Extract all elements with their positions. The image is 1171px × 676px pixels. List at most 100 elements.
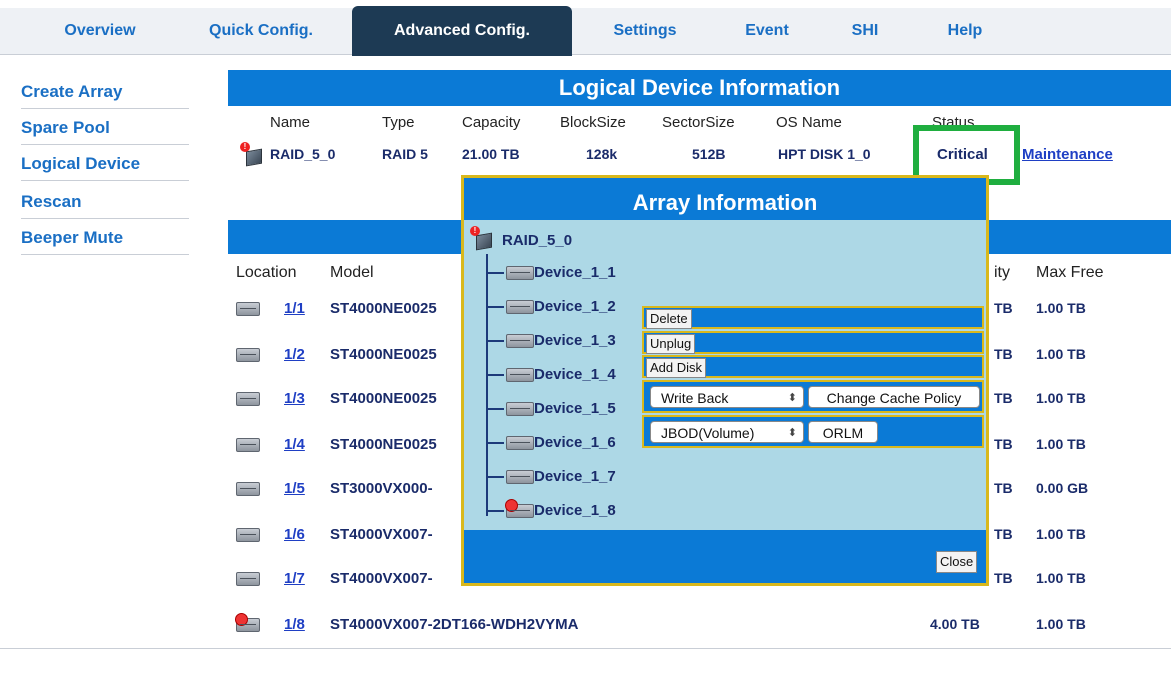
tab-shi[interactable]: SHI xyxy=(830,8,900,54)
disk-icon xyxy=(506,266,534,280)
disk-location-link[interactable]: 1/8 xyxy=(284,616,305,633)
disk-max-free: 1.00 TB xyxy=(1036,300,1086,316)
cache-policy-value: Write Back xyxy=(661,390,729,406)
col-maxfree: Max Free xyxy=(1036,264,1104,281)
tree-branch xyxy=(488,408,504,410)
logical-capacity: 21.00 TB xyxy=(462,146,520,162)
array-information-dialog: Array Information ! RAID_5_0 Device_1_1 D… xyxy=(461,175,989,586)
disk-max-free: 1.00 TB xyxy=(1036,526,1086,542)
disk-max-free: 0.00 GB xyxy=(1036,480,1089,496)
disk-location-link[interactable]: 1/4 xyxy=(284,436,305,453)
orlm-button[interactable]: ORLM xyxy=(808,421,878,443)
disk-icon xyxy=(236,302,260,316)
disk-max-free: 1.00 TB xyxy=(1036,390,1086,406)
logical-osname: HPT DISK 1_0 xyxy=(778,146,871,162)
tree-device-item[interactable]: Device_1_4 xyxy=(534,366,616,383)
logical-blocksize: 128k xyxy=(586,146,618,162)
disk-model: ST4000VX007-2DT166-WDH2VYMA xyxy=(330,616,579,633)
sidebar-item-beeper-mute[interactable]: Beeper Mute xyxy=(21,222,189,255)
tab-settings[interactable]: Settings xyxy=(590,8,700,54)
col-location: Location xyxy=(236,264,297,281)
maintenance-link[interactable]: Maintenance xyxy=(1022,146,1113,163)
select-arrows-icon: ⬍ xyxy=(787,427,797,439)
disk-model: ST4000NE0025 xyxy=(330,346,437,363)
col-sectorsize: SectorSize xyxy=(662,114,735,131)
disk-max-free: 1.00 TB xyxy=(1036,436,1086,452)
raid-warning-icon: ! xyxy=(240,142,262,167)
disk-capacity: TB xyxy=(994,300,1013,316)
tab-overview[interactable]: Overview xyxy=(30,8,170,54)
col-model: Model xyxy=(330,264,374,281)
disk-model: ST4000NE0025 xyxy=(330,300,437,317)
cache-policy-row: Write Back ⬍ Change Cache Policy xyxy=(642,380,984,413)
sidebar-item-rescan[interactable]: Rescan xyxy=(21,186,189,219)
col-name: Name xyxy=(270,114,311,131)
tree-branch xyxy=(488,510,504,512)
disk-icon xyxy=(506,402,534,416)
sidebar-item-logical-device[interactable]: Logical Device xyxy=(21,148,189,181)
change-cache-policy-button[interactable]: Change Cache Policy xyxy=(808,386,980,408)
tree-device-item[interactable]: Device_1_6 xyxy=(534,434,616,451)
add-disk-button[interactable]: Add Disk xyxy=(646,358,707,378)
orlm-select[interactable]: JBOD(Volume) ⬍ xyxy=(650,421,804,443)
logical-sectorsize: 512B xyxy=(692,146,726,162)
failed-disk-icon xyxy=(505,499,534,518)
disk-capacity: TB xyxy=(994,436,1013,452)
tree-device-item[interactable]: Device_1_8 xyxy=(534,502,616,519)
col-type: Type xyxy=(382,114,415,131)
disk-location-link[interactable]: 1/2 xyxy=(284,346,305,363)
tab-event[interactable]: Event xyxy=(722,8,812,54)
unplug-button[interactable]: Unplug xyxy=(646,334,696,354)
disk-icon xyxy=(236,348,260,362)
add-disk-row: Add Disk xyxy=(642,355,984,378)
delete-button[interactable]: Delete xyxy=(646,309,692,329)
failed-disk-icon xyxy=(235,613,260,632)
select-arrows-icon: ⬍ xyxy=(787,392,797,404)
disk-max-free: 1.00 TB xyxy=(1036,346,1086,362)
dialog-title: Array Information xyxy=(464,178,986,220)
tree-device-item[interactable]: Device_1_1 xyxy=(534,264,616,281)
disk-model: ST4000VX007- xyxy=(330,570,433,587)
disk-max-free: 1.00 TB xyxy=(1036,616,1086,632)
sidebar-item-create-array[interactable]: Create Array xyxy=(21,76,189,109)
disk-icon xyxy=(506,368,534,382)
disk-model: ST4000NE0025 xyxy=(330,390,437,407)
disk-capacity: TB xyxy=(994,390,1013,406)
disk-icon xyxy=(236,572,260,586)
array-name: RAID_5_0 xyxy=(502,232,573,249)
disk-icon xyxy=(506,436,534,450)
disk-max-free: 1.00 TB xyxy=(1036,570,1086,586)
disk-location-link[interactable]: 1/3 xyxy=(284,390,305,407)
col-osname: OS Name xyxy=(776,114,842,131)
disk-capacity: TB xyxy=(994,346,1013,362)
disk-location-link[interactable]: 1/1 xyxy=(284,300,305,317)
disk-location-link[interactable]: 1/7 xyxy=(284,570,305,587)
sidebar-item-spare-pool[interactable]: Spare Pool xyxy=(21,112,189,145)
top-navigation: Overview Quick Config. Advanced Config. … xyxy=(0,6,1171,56)
disk-icon xyxy=(506,300,534,314)
disk-location-link[interactable]: 1/5 xyxy=(284,480,305,497)
tree-branch xyxy=(488,442,504,444)
tree-device-item[interactable]: Device_1_2 xyxy=(534,298,616,315)
disk-capacity: TB xyxy=(994,480,1013,496)
disk-icon xyxy=(236,482,260,496)
cache-policy-select[interactable]: Write Back ⬍ xyxy=(650,386,804,408)
close-button[interactable]: Close xyxy=(936,551,978,573)
tree-device-item[interactable]: Device_1_5 xyxy=(534,400,616,417)
orlm-value: JBOD(Volume) xyxy=(661,425,755,441)
tab-help[interactable]: Help xyxy=(920,8,1010,54)
disk-model: ST4000VX007- xyxy=(330,526,433,543)
logical-type: RAID 5 xyxy=(382,146,428,162)
tree-branch xyxy=(488,272,504,274)
disk-location-link[interactable]: 1/6 xyxy=(284,526,305,543)
disk-capacity: TB xyxy=(994,570,1013,586)
disk-icon xyxy=(506,470,534,484)
tab-quick-config[interactable]: Quick Config. xyxy=(186,8,336,54)
disk-capacity: 4.00 TB xyxy=(930,616,980,632)
tab-advanced-config[interactable]: Advanced Config. xyxy=(352,6,572,56)
tree-branch xyxy=(488,476,504,478)
tree-device-item[interactable]: Device_1_7 xyxy=(534,468,616,485)
tree-device-item[interactable]: Device_1_3 xyxy=(534,332,616,349)
disk-icon xyxy=(236,528,260,542)
disk-icon xyxy=(506,334,534,348)
